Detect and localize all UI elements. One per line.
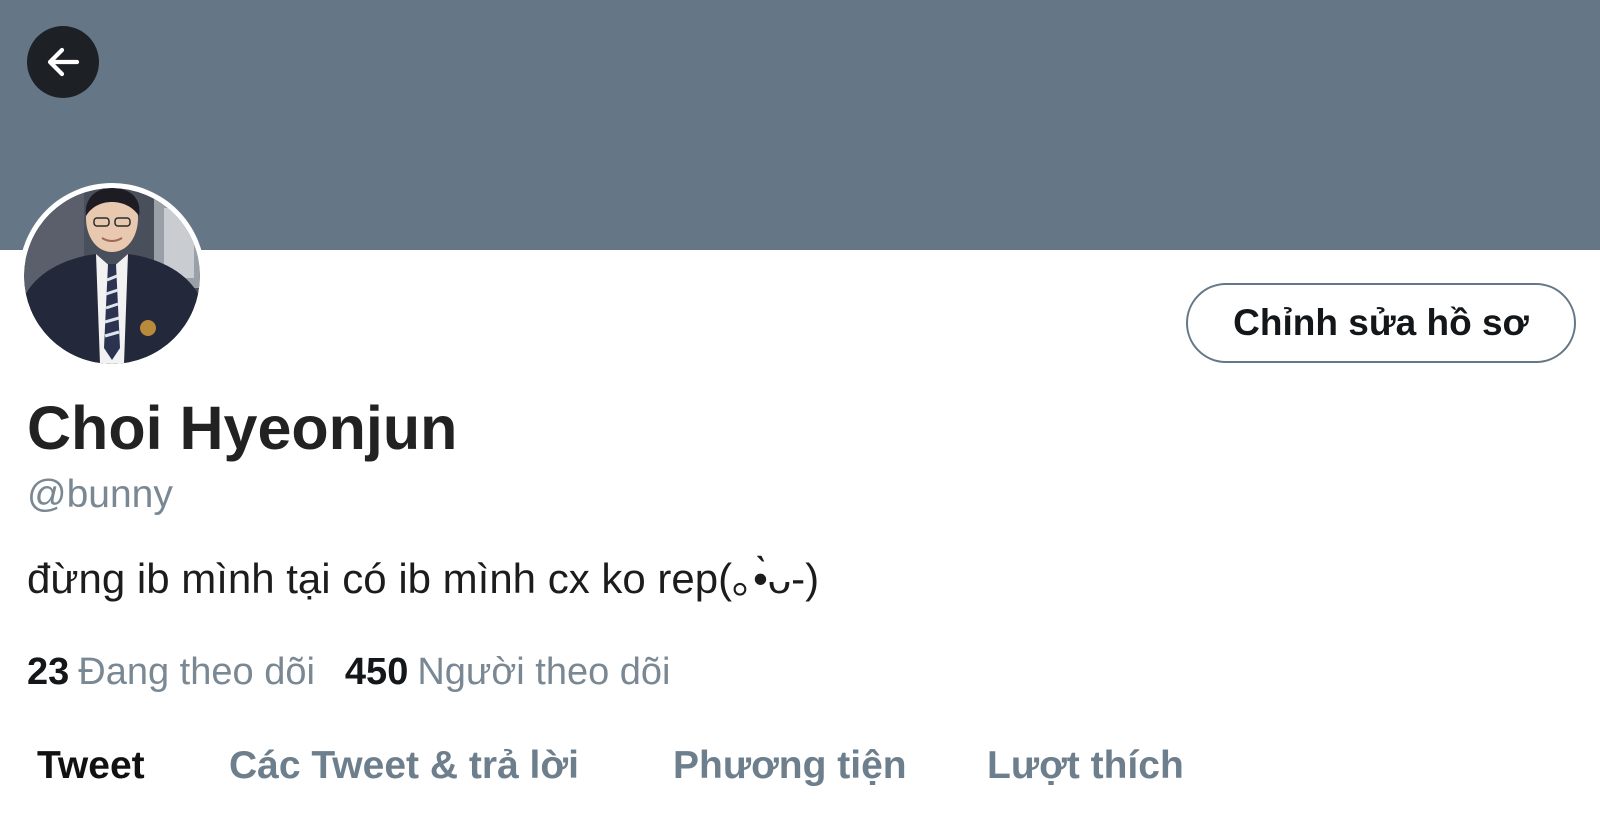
edit-profile-button[interactable]: Chỉnh sửa hồ sơ — [1186, 283, 1576, 363]
display-name: Choi Hyeonjun — [27, 394, 458, 462]
user-handle: @bunny — [27, 473, 173, 516]
followers-count: 450 — [344, 651, 409, 693]
avatar — [24, 188, 200, 364]
profile-tabs: Tweet Các Tweet & trả lời Phương tiện Lư… — [0, 738, 1600, 804]
tab-tweets[interactable]: Tweet — [37, 738, 145, 804]
arrow-left-icon — [43, 42, 83, 82]
tab-tweets-and-replies[interactable]: Các Tweet & trả lời — [229, 738, 579, 804]
following-label: Đang theo dõi — [78, 651, 315, 693]
following-stat[interactable]: 23 Đang theo dõi — [27, 648, 315, 696]
tab-media[interactable]: Phương tiện — [673, 738, 907, 804]
following-count: 23 — [27, 651, 70, 693]
back-button[interactable] — [27, 26, 99, 98]
profile-bio: đừng ib mình tại có ib mình cx ko rep(｡•… — [27, 555, 820, 602]
tab-likes[interactable]: Lượt thích — [987, 738, 1184, 804]
followers-label: Người theo dõi — [417, 651, 671, 693]
follow-stats: 23 Đang theo dõi 450 Người theo dõi — [27, 648, 671, 696]
profile-banner — [0, 0, 1600, 250]
followers-stat[interactable]: 450 Người theo dõi — [345, 648, 671, 696]
avatar-frame[interactable] — [19, 183, 205, 369]
